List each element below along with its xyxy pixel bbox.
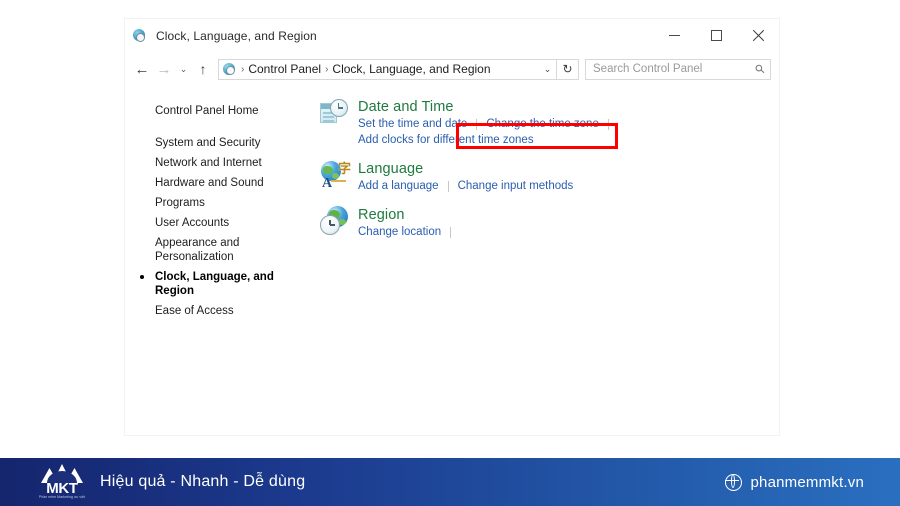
link-set-the-time-and-date[interactable]: Set the time and date [358, 117, 467, 131]
sidebar-item-user-accounts[interactable]: User Accounts [138, 213, 315, 233]
mkt-logo-text: MKT [46, 480, 78, 497]
link-divider [607, 118, 609, 130]
close-icon [752, 29, 765, 42]
address-bar-icon [222, 62, 237, 77]
window-title-bar: Clock, Language, and Region [125, 19, 779, 53]
address-dropdown-icon[interactable]: ⌄ [539, 64, 556, 75]
date-and-time-icon[interactable] [319, 97, 351, 129]
brand-slogan: Hiệu quả - Nhanh - Dễ dùng [100, 473, 306, 490]
clock-globe-icon [131, 28, 147, 44]
brand-banner: MKT Phần mềm Marketing ưu việt Hiệu quả … [0, 458, 900, 506]
category-region: Region Change location [319, 205, 779, 239]
minimize-icon [668, 34, 680, 36]
sidebar-item-system-and-security[interactable]: System and Security [138, 133, 315, 153]
link-change-the-time-zone[interactable]: Change the time zone [486, 117, 599, 131]
search-box[interactable]: ⚲ [585, 57, 772, 81]
link-add-a-language[interactable]: Add a language [358, 179, 439, 193]
close-button[interactable] [737, 19, 779, 51]
maximize-icon [710, 29, 722, 41]
search-input[interactable] [586, 63, 750, 75]
link-divider [476, 118, 478, 130]
category-date-and-time: Date and Time Set the time and date Chan… [319, 97, 779, 147]
breadcrumb-separator: › [241, 63, 245, 75]
control-panel-window: Clock, Language, and Region ← → ⌄ ↑ › Co… [124, 18, 780, 436]
sidebar-item-programs[interactable]: Programs [138, 193, 315, 213]
forward-button[interactable]: → [153, 58, 175, 80]
sidebar: Control Panel Home System and Security N… [125, 85, 315, 435]
language-icon[interactable]: A 字 [319, 159, 351, 191]
category-title-date-and-time[interactable]: Date and Time [358, 98, 618, 116]
region-icon[interactable] [319, 205, 351, 237]
sidebar-item-ease-of-access[interactable]: Ease of Access [138, 301, 315, 321]
link-change-location[interactable]: Change location [358, 225, 441, 239]
mkt-logo-tagline: Phần mềm Marketing ưu việt [38, 495, 86, 499]
globe-icon [724, 473, 742, 491]
sidebar-item-clock-language-and-region[interactable]: Clock, Language, and Region [138, 267, 315, 301]
link-change-input-methods[interactable]: Change input methods [458, 179, 574, 193]
link-divider [450, 226, 452, 238]
website-url[interactable]: phanmemmkt.vn [751, 474, 864, 491]
up-button[interactable]: ↑ [192, 58, 214, 80]
maximize-button[interactable] [695, 19, 737, 51]
content-area: Date and Time Set the time and date Chan… [315, 85, 779, 435]
breadcrumb-separator: › [325, 63, 329, 75]
window-title: Clock, Language, and Region [156, 29, 317, 43]
sidebar-item-hardware-and-sound[interactable]: Hardware and Sound [138, 173, 315, 193]
category-title-region[interactable]: Region [358, 206, 460, 224]
category-title-language[interactable]: Language [358, 160, 573, 178]
navigation-bar: ← → ⌄ ↑ › Control Panel › Clock, Languag… [125, 53, 779, 85]
category-language: A 字 Language Add a language Change input… [319, 159, 779, 193]
sidebar-item-network-and-internet[interactable]: Network and Internet [138, 153, 315, 173]
sidebar-item-control-panel-home[interactable]: Control Panel Home [138, 101, 315, 121]
mkt-logo: MKT Phần mềm Marketing ưu việt [38, 464, 86, 500]
link-add-clocks-for-different-time-zones[interactable]: Add clocks for different time zones [358, 133, 534, 147]
brand-website[interactable]: phanmemmkt.vn [724, 473, 864, 491]
sidebar-item-appearance-and-personalization[interactable]: Appearance and Personalization [138, 233, 315, 267]
recent-locations-button[interactable]: ⌄ [175, 58, 192, 80]
window-controls [653, 19, 779, 51]
window-body: Control Panel Home System and Security N… [125, 85, 779, 435]
search-icon[interactable]: ⚲ [748, 57, 772, 81]
address-bar[interactable]: › Control Panel › Clock, Language, and R… [218, 58, 557, 80]
refresh-button[interactable]: ↻ [557, 58, 579, 80]
breadcrumb-control-panel[interactable]: Control Panel [248, 62, 321, 76]
breadcrumb-clock-language-region[interactable]: Clock, Language, and Region [332, 62, 490, 76]
back-button[interactable]: ← [131, 58, 153, 80]
minimize-button[interactable] [653, 19, 695, 51]
link-divider [447, 180, 449, 192]
